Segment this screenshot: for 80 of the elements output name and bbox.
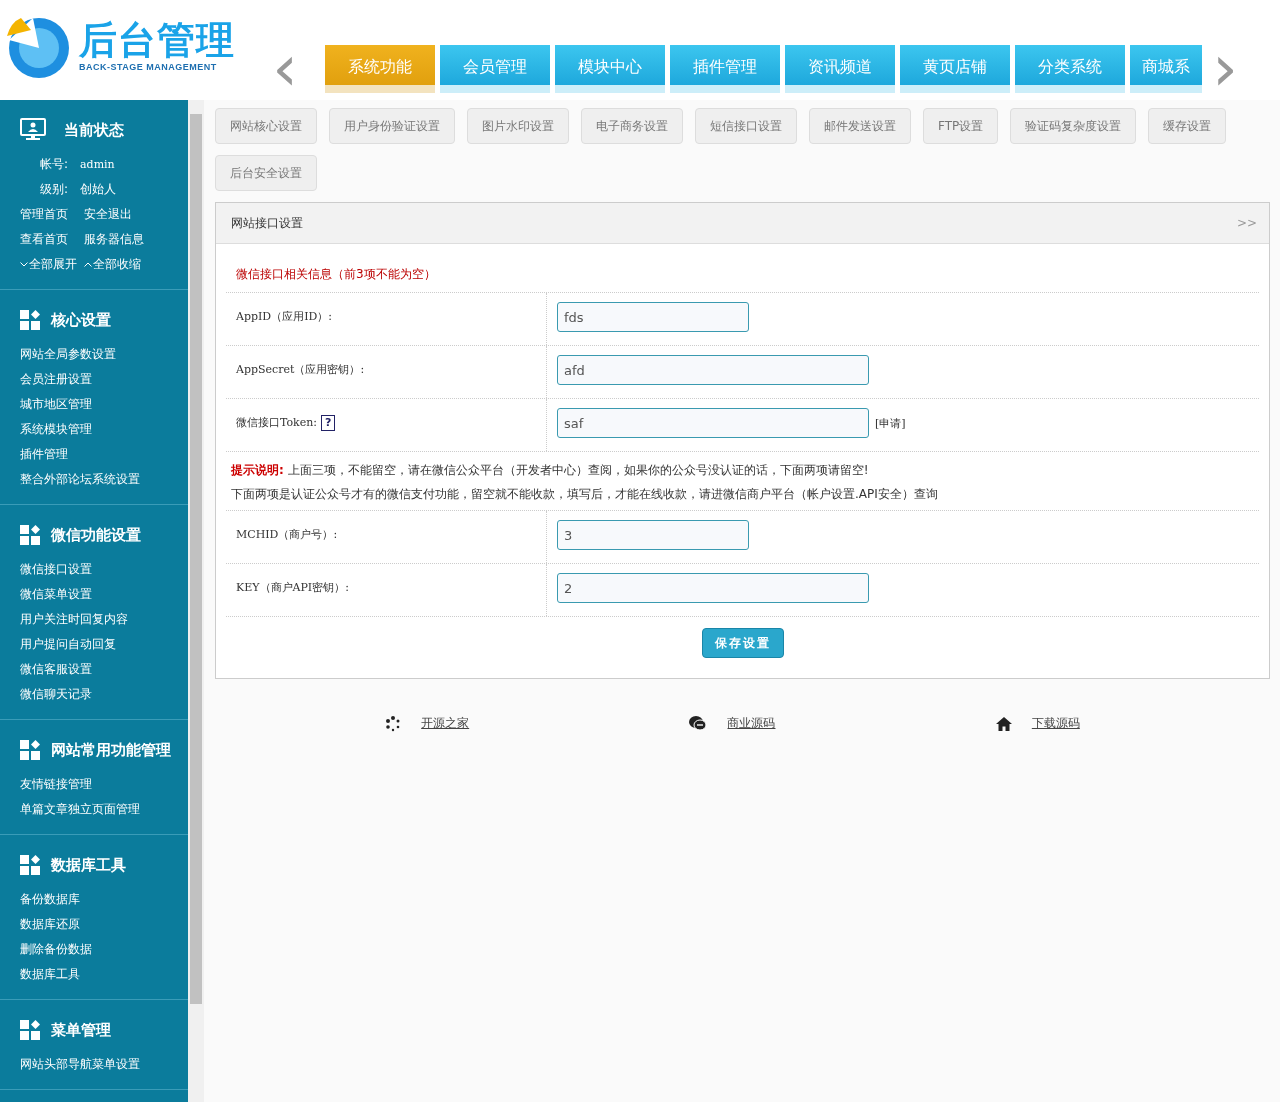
- section-title: 微信功能设置: [51, 525, 141, 545]
- account-label: 帐号:: [40, 156, 69, 173]
- sidebar-link[interactable]: 服务器信息: [84, 227, 188, 252]
- section-title: 核心设置: [51, 310, 111, 330]
- sidebar-link[interactable]: 管理首页: [20, 202, 84, 227]
- settings-tab[interactable]: 缓存设置: [1148, 108, 1227, 144]
- sidebar-item[interactable]: 整合外部论坛系统设置: [20, 467, 188, 492]
- section-title: 当前状态: [64, 120, 124, 140]
- account-value: admin: [80, 157, 115, 173]
- dots-icon: [385, 715, 402, 732]
- field-label: AppSecret（应用密钥）:: [236, 362, 365, 377]
- field-label: MCHID（商户号）:: [236, 527, 338, 542]
- field-label: 微信接口Token:: [236, 415, 318, 430]
- grid-icon: [20, 310, 41, 330]
- collapse-toggle[interactable]: >>: [1236, 216, 1257, 230]
- level-label: 级别:: [40, 181, 69, 198]
- input-field[interactable]: fds: [557, 302, 749, 332]
- grid-icon: [20, 740, 41, 760]
- apply-link[interactable]: [申请]: [875, 415, 906, 431]
- sidebar-link[interactable]: 查看首页: [20, 227, 84, 252]
- chevron-down-icon: [20, 262, 28, 267]
- sidebar-item[interactable]: 数据库还原: [20, 912, 188, 937]
- input-field[interactable]: 3: [557, 520, 749, 550]
- notice-text: 微信接口相关信息（前3项不能为空）: [226, 266, 1259, 293]
- sidebar-item[interactable]: 网站头部导航菜单设置: [20, 1052, 188, 1077]
- section-title: 网站常用功能管理: [51, 740, 171, 760]
- input-field[interactable]: saf: [557, 408, 869, 438]
- footer-link[interactable]: 开源之家: [421, 715, 470, 732]
- grid-icon: [20, 1020, 41, 1040]
- footer-link[interactable]: 下载源码: [1031, 715, 1080, 732]
- tip-text: 提示说明: 上面三项，不能留空，请在微信公众平台（开发者中心）查阅，如果你的公众号没认证的话，下面两项请留空!: [230, 462, 870, 478]
- settings-tab[interactable]: 邮件发送设置: [809, 108, 911, 144]
- section-title: 数据库工具: [51, 855, 126, 875]
- settings-tab[interactable]: 用户身份验证设置: [329, 108, 455, 144]
- section-title: 菜单管理: [51, 1020, 111, 1040]
- sidebar-link[interactable]: 全部收缩: [84, 252, 188, 277]
- sidebar-item[interactable]: 用户提问自动回复: [20, 632, 188, 657]
- sidebar-item[interactable]: 微信菜单设置: [20, 582, 188, 607]
- sidebar-item[interactable]: 微信聊天记录: [20, 682, 188, 707]
- sidebar-item[interactable]: 网站全局参数设置: [20, 342, 188, 367]
- footer-link[interactable]: 商业源码: [727, 715, 776, 732]
- settings-tab[interactable]: 短信接口设置: [695, 108, 797, 144]
- sidebar-item[interactable]: 数据库工具: [20, 962, 188, 987]
- settings-tab[interactable]: 网站核心设置: [215, 108, 317, 144]
- sidebar-item[interactable]: 单篇文章独立页面管理: [20, 797, 188, 822]
- save-button[interactable]: 保存设置: [701, 628, 784, 658]
- sidebar-item[interactable]: 友情链接管理: [20, 772, 188, 797]
- sidebar-item[interactable]: 系统模块管理: [20, 417, 188, 442]
- grid-icon: [20, 525, 41, 545]
- settings-tab[interactable]: 验证码复杂度设置: [1010, 108, 1137, 144]
- input-field[interactable]: afd: [557, 355, 869, 385]
- field-label: AppID（应用ID）:: [236, 309, 333, 324]
- sidebar-item[interactable]: 微信接口设置: [20, 557, 188, 582]
- level-value: 创始人: [80, 181, 117, 198]
- note-text: 下面两项是认证公众号才有的微信支付功能，留空就不能收款，填写后，才能在线收款，请进微信商户平台（帐户设置.API安全）查询: [226, 478, 1259, 511]
- sidebar-link[interactable]: 全部展开: [20, 252, 84, 277]
- sidebar-item[interactable]: 用户关注时回复内容: [20, 607, 188, 632]
- sidebar-item[interactable]: 备份数据库: [20, 887, 188, 912]
- input-field[interactable]: 2: [557, 573, 869, 603]
- panel-title: 网站接口设置: [231, 214, 303, 232]
- sidebar-item[interactable]: 城市地区管理: [20, 392, 188, 417]
- sidebar-item[interactable]: 插件管理: [20, 442, 188, 467]
- chat-icon: [689, 715, 708, 732]
- settings-tab[interactable]: 后台安全设置: [215, 155, 317, 191]
- sidebar-item[interactable]: 微信客服设置: [20, 657, 188, 682]
- field-label: KEY（商户API密钥）:: [236, 580, 349, 595]
- sidebar-item[interactable]: 会员注册设置: [20, 367, 188, 392]
- scrollbar[interactable]: [188, 100, 204, 1102]
- sidebar-link[interactable]: 安全退出: [84, 202, 188, 227]
- sidebar-item[interactable]: 删除备份数据: [20, 937, 188, 962]
- help-icon[interactable]: ?: [321, 415, 336, 431]
- settings-tab[interactable]: 图片水印设置: [467, 108, 569, 144]
- settings-tab[interactable]: FTP设置: [923, 108, 999, 144]
- grid-icon: [20, 855, 41, 875]
- chevron-up-icon: [84, 262, 92, 267]
- logo-title: 后台管理: [79, 18, 235, 62]
- monitor-icon: [20, 118, 46, 142]
- settings-tab[interactable]: 电子商务设置: [581, 108, 683, 144]
- home-icon: [995, 716, 1012, 731]
- logo-subtitle: BACK-STAGE MANAGEMENT: [79, 62, 218, 72]
